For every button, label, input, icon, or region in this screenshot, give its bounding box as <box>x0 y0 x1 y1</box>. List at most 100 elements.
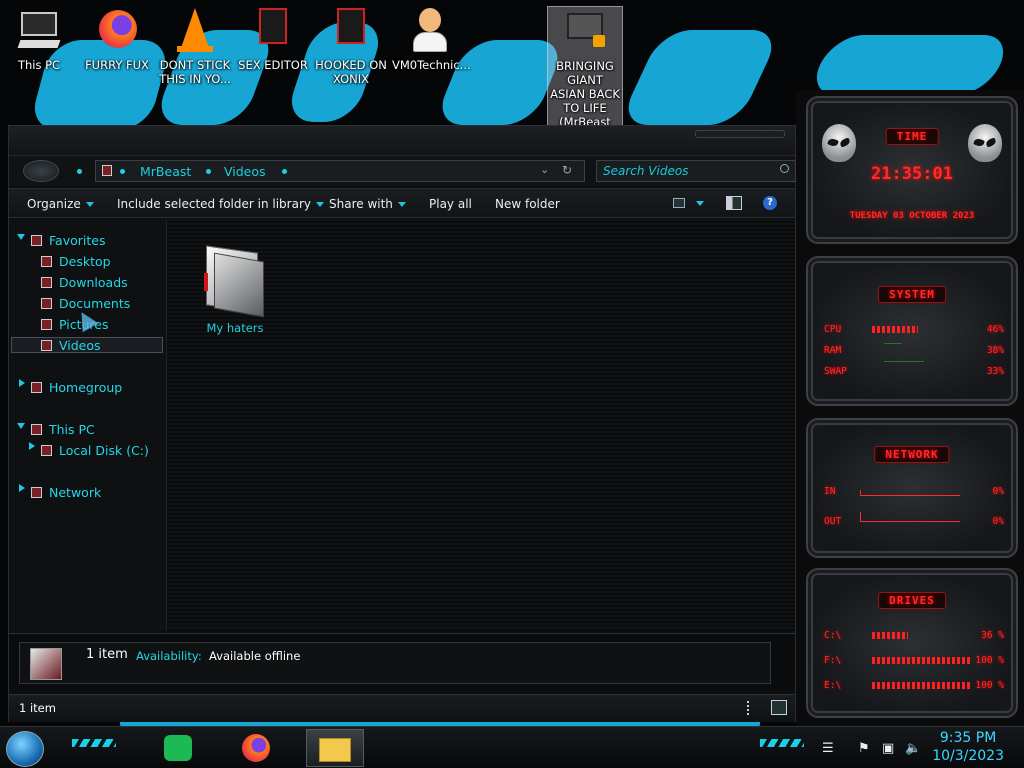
search-input[interactable] <box>603 164 773 178</box>
sidebar-item-videos[interactable]: Videos <box>41 338 101 353</box>
network-out-row: OUT 0% <box>824 512 1004 528</box>
expand-local-disk-icon[interactable] <box>29 442 35 450</box>
sidebar-item-this-pc[interactable]: This PC <box>31 422 95 437</box>
taskbar-clock[interactable]: 9:35 PM 10/3/2023 <box>932 729 1004 765</box>
sidebar-item-downloads[interactable]: Downloads <box>41 275 128 290</box>
breadcrumb-mrbeast[interactable]: MrBeast <box>140 164 191 179</box>
drive-c-value: 36 % <box>981 630 1004 641</box>
drive-f-meter <box>872 657 972 664</box>
desktop-icon-bringing-giant[interactable]: BRINGING GIANT ASIAN BACK TO LIFE (MrBea… <box>547 6 623 126</box>
desktop-icon-dont-stick[interactable]: DONT STICK THIS IN YO... <box>158 6 232 86</box>
sidebar-item-local-disk[interactable]: Local Disk (C:) <box>41 443 149 458</box>
network-tray-icon[interactable]: ▣ <box>882 741 894 756</box>
user-icon <box>407 6 451 54</box>
taskbar-decoration <box>72 739 116 747</box>
chevron-down-icon[interactable] <box>696 201 704 206</box>
desktop-icon-label: DONT STICK THIS IN YO... <box>159 58 231 86</box>
new-folder-button[interactable]: New folder <box>495 197 560 211</box>
address-bar[interactable]: MrBeast Videos ⌄ ↻ <box>95 160 585 182</box>
drive-e-label: E:\ <box>824 680 842 691</box>
sidebar-item-label: Downloads <box>59 275 128 290</box>
sidebar-item-desktop[interactable]: Desktop <box>41 254 111 269</box>
network-out-graph <box>860 512 960 522</box>
desktop-icon-this-pc[interactable]: This PC <box>2 6 76 72</box>
folder-item[interactable]: My haters <box>190 243 280 335</box>
recent-pages-dot[interactable] <box>77 169 82 174</box>
file-list[interactable]: My haters <box>168 219 795 631</box>
start-button[interactable] <box>6 731 44 767</box>
expand-network-icon[interactable] <box>19 484 25 492</box>
share-with-button[interactable]: Share with <box>329 197 406 211</box>
firefox-icon <box>242 734 270 762</box>
cpu-row: CPU 46% <box>824 324 1004 336</box>
desktop-gadgets: TIME 21:35:01 TUESDAY 03 OCTOBER 2023 SY… <box>796 90 1024 726</box>
drive-c-label: C:\ <box>824 630 842 641</box>
system-title: SYSTEM <box>878 286 946 303</box>
breadcrumb-separator-icon <box>120 169 125 174</box>
desktop-icon-vm0technic[interactable]: VM0Technic... <box>392 6 471 72</box>
taskbar-firefox[interactable] <box>228 729 286 767</box>
sidebar-item-label: Favorites <box>49 233 106 248</box>
alien-head-icon <box>822 124 856 162</box>
system-gadget[interactable]: SYSTEM CPU 46% RAM 38% SWAP 33% <box>806 256 1018 406</box>
app-icon <box>329 6 373 54</box>
network-gadget[interactable]: NETWORK IN 0% OUT 0% <box>806 418 1018 558</box>
chevron-down-icon[interactable]: ⌄ <box>540 163 549 176</box>
desktop-icon <box>41 256 52 267</box>
breadcrumb-separator-icon[interactable] <box>282 169 287 174</box>
taskbar-spotify[interactable] <box>150 729 208 767</box>
details-frame: 1 item Availability: Available offline <box>19 642 771 684</box>
gadget-clock: 21:35:01 <box>871 164 953 184</box>
downloads-icon <box>41 277 52 288</box>
sidebar-item-network[interactable]: Network <box>31 485 101 500</box>
action-center-icon[interactable]: ☰ <box>822 741 834 756</box>
view-options-icon[interactable] <box>673 198 685 208</box>
play-all-button[interactable]: Play all <box>429 197 472 211</box>
sidebar-item-homegroup[interactable]: Homegroup <box>31 380 122 395</box>
ram-label: RAM <box>824 345 842 356</box>
desktop-icon-sex-editor[interactable]: SEX EDITOR <box>236 6 310 72</box>
sidebar-item-favorites[interactable]: Favorites <box>31 233 105 248</box>
breadcrumb-videos[interactable]: Videos <box>224 164 266 179</box>
desktop-icon-furry-fux[interactable]: FURRY FUX <box>80 6 154 72</box>
sidebar-item-label: Homegroup <box>49 380 123 395</box>
flag-icon[interactable]: ⚑ <box>858 741 870 756</box>
spotify-icon <box>164 735 192 761</box>
taskbar-file-explorer[interactable] <box>306 729 364 767</box>
drive-f-row: F:\ 100 % <box>824 655 1004 667</box>
firefox-icon <box>95 6 139 54</box>
desktop-icon-label: FURRY FUX <box>85 58 149 72</box>
details-item-count: 1 item <box>86 647 128 662</box>
drive-e-value: 100 % <box>975 680 1004 691</box>
expand-this-pc-icon[interactable] <box>17 423 25 429</box>
expand-favorites-icon[interactable] <box>17 234 25 240</box>
sidebar-item-label: Network <box>49 485 102 500</box>
network-in-row: IN 0% <box>824 486 1004 498</box>
large-icons-view-icon[interactable] <box>771 700 787 715</box>
include-in-library-button[interactable]: Include selected folder in library <box>117 197 324 211</box>
title-bar[interactable] <box>9 126 795 156</box>
refresh-icon[interactable]: ↻ <box>562 163 572 177</box>
this-pc-icon <box>31 424 42 435</box>
swap-value: 33% <box>986 366 1004 377</box>
organize-button[interactable]: Organize <box>27 197 94 211</box>
swap-row: SWAP 33% <box>824 361 1004 378</box>
drive-c-row: C:\ 36 % <box>824 630 1004 642</box>
share-label: Share with <box>329 197 393 211</box>
wallpaper-stroke <box>617 30 783 125</box>
preview-pane-icon[interactable] <box>726 196 742 210</box>
search-icon[interactable] <box>780 164 789 173</box>
file-explorer-icon <box>319 738 351 762</box>
volume-icon[interactable]: 🔈 <box>905 741 921 756</box>
navigation-pane: Favorites Desktop Downloads Documents Pi… <box>9 219 167 631</box>
help-icon[interactable]: ? <box>763 196 777 210</box>
desktop-icon-hooked-on-xonix[interactable]: HOOKED ON XONIX <box>314 6 388 86</box>
details-view-icon[interactable] <box>747 701 755 715</box>
expand-homegroup-icon[interactable] <box>19 379 25 387</box>
breadcrumb-separator-icon[interactable] <box>206 169 211 174</box>
back-forward-button[interactable] <box>23 160 59 182</box>
sidebar-item-label: Documents <box>59 296 131 311</box>
time-gadget[interactable]: TIME 21:35:01 TUESDAY 03 OCTOBER 2023 <box>806 96 1018 244</box>
drive-e-row: E:\ 100 % <box>824 680 1004 692</box>
drives-gadget[interactable]: DRIVES C:\ 36 % F:\ 100 % E:\ 100 % <box>806 568 1018 718</box>
